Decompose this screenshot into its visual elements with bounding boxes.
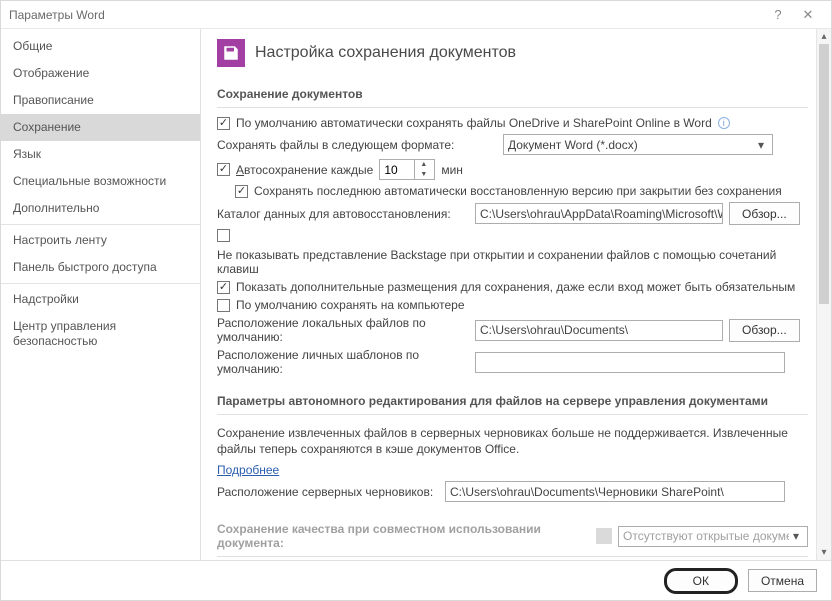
help-icon[interactable]: ? <box>763 7 793 22</box>
sidebar-item-customize-ribbon[interactable]: Настроить ленту <box>1 227 200 254</box>
scroll-thumb[interactable] <box>819 44 829 304</box>
sidebar-item-display[interactable]: Отображение <box>1 60 200 87</box>
txt-local-path[interactable]: C:\Users\ohrau\Documents\ <box>475 320 723 341</box>
chk-no-backstage[interactable] <box>217 229 230 242</box>
chk-default-local[interactable] <box>217 299 230 312</box>
close-icon[interactable]: ✕ <box>793 7 823 23</box>
chk-autosave-each[interactable] <box>217 163 230 176</box>
sidebar-item-save[interactable]: Сохранение <box>1 114 200 141</box>
titlebar: Параметры Word ? ✕ <box>1 1 831 29</box>
autosave-minutes-input[interactable] <box>380 160 414 179</box>
info-icon[interactable]: i <box>718 117 730 129</box>
lbl-templates-path: Расположение личных шаблонов по умолчани… <box>217 348 469 376</box>
lbl-autosave-cloud: По умолчанию автоматически сохранять фай… <box>236 116 712 130</box>
lbl-autosave-unit: мин <box>441 163 463 177</box>
word-options-dialog: Параметры Word ? ✕ Общие Отображение Пра… <box>0 0 832 601</box>
combo-document[interactable]: Отсутствуют открытые документы ▾ <box>618 526 808 547</box>
chk-show-additional[interactable] <box>217 281 230 294</box>
combo-save-format[interactable]: Документ Word (*.docx) ▾ <box>503 134 773 155</box>
sidebar-item-accessibility[interactable]: Специальные возможности <box>1 168 200 195</box>
sidebar-item-proofing[interactable]: Правописание <box>1 87 200 114</box>
scroll-up-icon[interactable]: ▴ <box>817 29 831 44</box>
lbl-drafts-path: Расположение серверных черновиков: <box>217 485 439 499</box>
lbl-no-backstage: Не показывать представление Backstage пр… <box>217 248 808 276</box>
btn-browse-local[interactable]: Обзор... <box>729 319 800 342</box>
txt-autorecover-path[interactable]: C:\Users\ohrau\AppData\Roaming\Microsoft… <box>475 203 723 224</box>
dialog-footer: ОК Отмена <box>1 560 831 600</box>
chk-keep-last-version[interactable] <box>235 185 248 198</box>
vertical-scrollbar[interactable]: ▴ ▾ <box>816 29 831 560</box>
section-save-documents: Сохранение документов <box>217 79 808 108</box>
cancel-button[interactable]: Отмена <box>748 569 817 592</box>
sidebar-item-language[interactable]: Язык <box>1 141 200 168</box>
lbl-autorecover-path: Каталог данных для автовосстановления: <box>217 207 469 221</box>
page-heading: Настройка сохранения документов <box>217 39 808 67</box>
spin-up-icon[interactable]: ▲ <box>415 160 432 170</box>
document-icon <box>596 528 612 544</box>
chevron-down-icon: ▾ <box>789 529 803 543</box>
sidebar-item-trust-center[interactable]: Центр управления безопасностью <box>1 313 200 355</box>
main-panel: Настройка сохранения документов Сохранен… <box>201 29 831 560</box>
lbl-local-path: Расположение локальных файлов по умолчан… <box>217 316 469 344</box>
spin-down-icon[interactable]: ▼ <box>415 170 432 180</box>
spin-autosave-minutes[interactable]: ▲▼ <box>379 159 435 180</box>
chevron-down-icon: ▾ <box>754 138 768 152</box>
sidebar-item-advanced[interactable]: Дополнительно <box>1 195 200 222</box>
section-quality: Сохранение качества при совместном испол… <box>217 514 808 557</box>
ok-button[interactable]: ОК <box>664 568 738 594</box>
lbl-show-additional: Показать дополнительные размещения для с… <box>236 280 795 294</box>
offline-note: Сохранение извлеченных файлов в серверны… <box>217 423 808 459</box>
txt-templates-path[interactable] <box>475 352 785 373</box>
category-sidebar: Общие Отображение Правописание Сохранени… <box>1 29 201 560</box>
lbl-keep-last-version: Сохранять последнюю автоматически восста… <box>254 184 782 198</box>
scroll-down-icon[interactable]: ▾ <box>817 545 831 560</box>
window-title: Параметры Word <box>9 8 763 22</box>
lbl-save-format: Сохранять файлы в следующем формате: <box>217 138 497 152</box>
save-floppy-icon <box>217 39 245 67</box>
lbl-default-local: По умолчанию сохранять на компьютере <box>236 298 465 312</box>
btn-browse-autorecover[interactable]: Обзор... <box>729 202 800 225</box>
link-more[interactable]: Подробнее <box>217 463 279 477</box>
txt-drafts-path[interactable]: C:\Users\ohrau\Documents\Черновики Share… <box>445 481 785 502</box>
sidebar-item-general[interactable]: Общие <box>1 33 200 60</box>
lbl-autosave-each: Автосохранение каждые <box>236 163 373 177</box>
sidebar-item-addins[interactable]: Надстройки <box>1 286 200 313</box>
chk-autosave-cloud[interactable] <box>217 117 230 130</box>
section-offline: Параметры автономного редактирования для… <box>217 386 808 415</box>
page-title: Настройка сохранения документов <box>255 44 516 62</box>
sidebar-item-qat[interactable]: Панель быстрого доступа <box>1 254 200 281</box>
